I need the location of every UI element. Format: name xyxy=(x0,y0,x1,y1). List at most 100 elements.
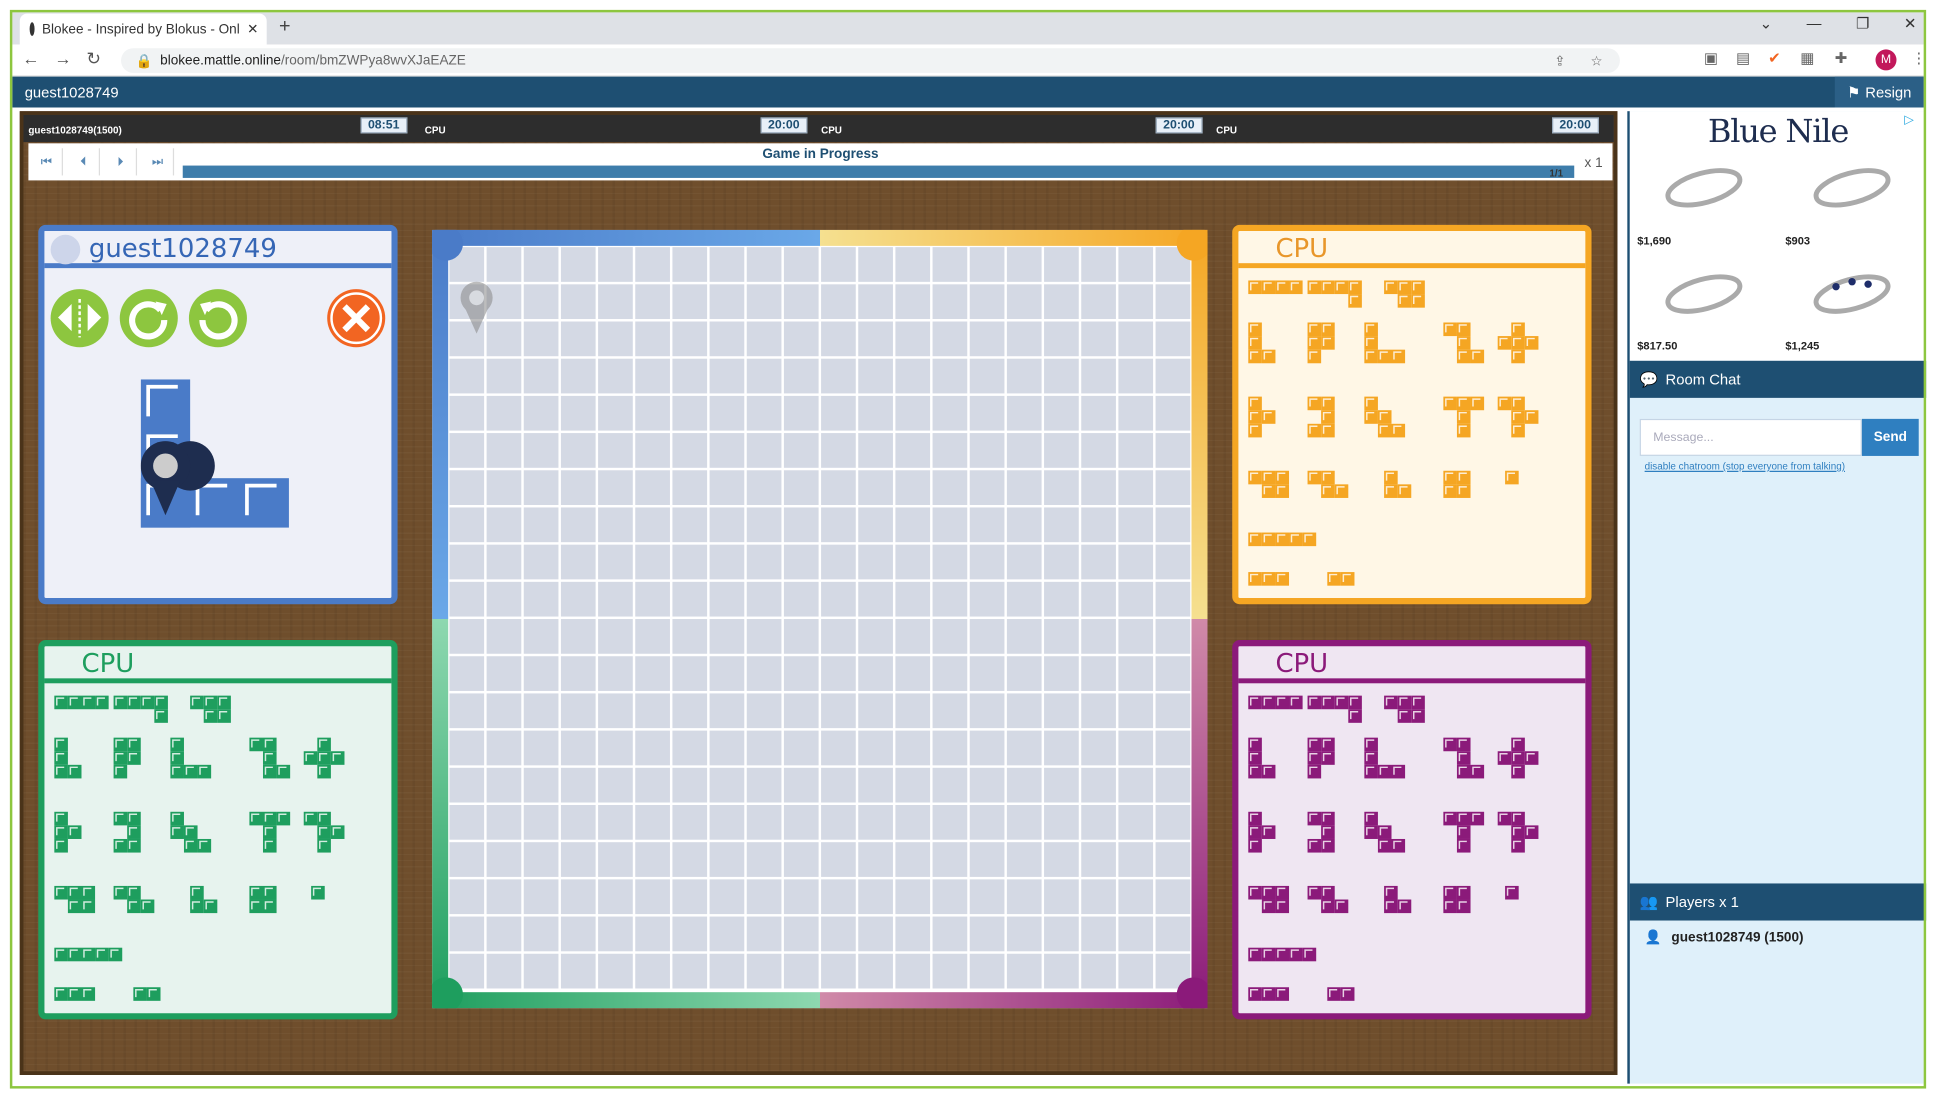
board-cell[interactable] xyxy=(709,842,745,877)
board-cell[interactable] xyxy=(895,247,931,282)
board-cell[interactable] xyxy=(858,804,893,840)
board-cell[interactable] xyxy=(1081,767,1116,803)
piece[interactable] xyxy=(1248,532,1317,547)
board-cell[interactable] xyxy=(783,284,819,320)
piece[interactable] xyxy=(1384,695,1425,723)
board-cell[interactable] xyxy=(1118,284,1154,320)
board-cell[interactable] xyxy=(560,619,596,654)
board-cell[interactable] xyxy=(1044,358,1079,394)
board-cell[interactable] xyxy=(858,619,893,654)
board-cell[interactable] xyxy=(932,693,968,729)
board-cell[interactable] xyxy=(560,804,596,840)
board-cell[interactable] xyxy=(449,767,485,803)
board-cell[interactable] xyxy=(858,916,893,952)
board-cell[interactable] xyxy=(635,544,670,580)
board-cell[interactable] xyxy=(1006,247,1042,282)
board-cell[interactable] xyxy=(598,395,633,431)
board-cell[interactable] xyxy=(635,358,670,394)
board-cell[interactable] xyxy=(523,544,559,580)
board-cell[interactable] xyxy=(1155,804,1191,840)
board-cell[interactable] xyxy=(672,693,708,729)
board-cell[interactable] xyxy=(1044,284,1079,320)
piece[interactable] xyxy=(303,811,345,853)
board-cell[interactable] xyxy=(932,916,968,952)
piece[interactable] xyxy=(1248,695,1303,710)
board-cell[interactable] xyxy=(1006,693,1042,729)
board-cell[interactable] xyxy=(1155,767,1191,803)
board-cell[interactable] xyxy=(709,730,745,766)
board-cell[interactable] xyxy=(523,619,559,654)
board-cell[interactable] xyxy=(560,395,596,431)
board-cell[interactable] xyxy=(1155,879,1191,915)
board-cell[interactable] xyxy=(486,544,522,580)
board-cell[interactable] xyxy=(486,507,522,543)
board-cell[interactable] xyxy=(1006,804,1042,840)
board-cell[interactable] xyxy=(932,321,968,357)
resign-button[interactable]: ⚑ Resign xyxy=(1834,76,1924,108)
piece[interactable] xyxy=(1248,280,1303,295)
board-cell[interactable] xyxy=(1118,879,1154,915)
tab-search-icon[interactable]: ⌄ xyxy=(1760,15,1772,32)
board-cell[interactable] xyxy=(821,433,856,468)
board-cell[interactable] xyxy=(969,433,1005,468)
board-cell[interactable] xyxy=(783,916,819,952)
board-cell[interactable] xyxy=(449,358,485,394)
board-cell[interactable] xyxy=(821,879,856,915)
board-cell[interactable] xyxy=(449,544,485,580)
board-cell[interactable] xyxy=(635,470,670,505)
board-cell[interactable] xyxy=(1006,395,1042,431)
board-cell[interactable] xyxy=(1118,247,1154,282)
board-cell[interactable] xyxy=(1081,804,1116,840)
board-cell[interactable] xyxy=(1006,879,1042,915)
piece[interactable] xyxy=(1307,811,1335,853)
piece[interactable] xyxy=(249,811,291,853)
board-cell[interactable] xyxy=(560,916,596,952)
board-cell[interactable] xyxy=(1155,358,1191,394)
piece[interactable] xyxy=(170,811,212,853)
board-cell[interactable] xyxy=(1006,544,1042,580)
board-cell[interactable] xyxy=(486,395,522,431)
board-cell[interactable] xyxy=(598,879,633,915)
board-cell[interactable] xyxy=(895,358,931,394)
board-cell[interactable] xyxy=(969,581,1005,617)
board-cell[interactable] xyxy=(821,321,856,357)
board-cell[interactable] xyxy=(709,916,745,952)
board-cell[interactable] xyxy=(1081,619,1116,654)
board-cell[interactable] xyxy=(895,804,931,840)
board-cell[interactable] xyxy=(523,953,559,989)
board-cell[interactable] xyxy=(969,730,1005,766)
message-input[interactable]: Message... xyxy=(1639,418,1862,456)
board-cell[interactable] xyxy=(1006,358,1042,394)
share-icon[interactable]: ⇪ xyxy=(1554,53,1565,69)
board-cell[interactable] xyxy=(449,470,485,505)
board-cell[interactable] xyxy=(672,395,708,431)
board-cell[interactable] xyxy=(709,433,745,468)
board-cell[interactable] xyxy=(858,395,893,431)
board-cell[interactable] xyxy=(709,321,745,357)
board-cell[interactable] xyxy=(486,730,522,766)
board-cell[interactable] xyxy=(858,247,893,282)
board-cell[interactable] xyxy=(709,804,745,840)
board-cell[interactable] xyxy=(969,544,1005,580)
extension-icon[interactable]: ✔ xyxy=(1768,49,1780,66)
board-cell[interactable] xyxy=(709,544,745,580)
board-cell[interactable] xyxy=(932,433,968,468)
board-cell[interactable] xyxy=(1044,321,1079,357)
piece[interactable] xyxy=(1443,811,1485,853)
board-cell[interactable] xyxy=(932,247,968,282)
board-cell[interactable] xyxy=(1118,767,1154,803)
piece[interactable] xyxy=(1505,885,1519,900)
board-cell[interactable] xyxy=(1118,953,1154,989)
board-cell[interactable] xyxy=(523,656,559,691)
board-cell[interactable] xyxy=(821,470,856,505)
board-cell[interactable] xyxy=(969,619,1005,654)
board-cell[interactable] xyxy=(895,470,931,505)
board-cell[interactable] xyxy=(932,284,968,320)
board-cell[interactable] xyxy=(932,395,968,431)
board-cell[interactable] xyxy=(523,804,559,840)
board-cell[interactable] xyxy=(560,507,596,543)
board-cell[interactable] xyxy=(1118,656,1154,691)
board-cell[interactable] xyxy=(1081,470,1116,505)
board-cell[interactable] xyxy=(672,916,708,952)
board-cell[interactable] xyxy=(598,953,633,989)
